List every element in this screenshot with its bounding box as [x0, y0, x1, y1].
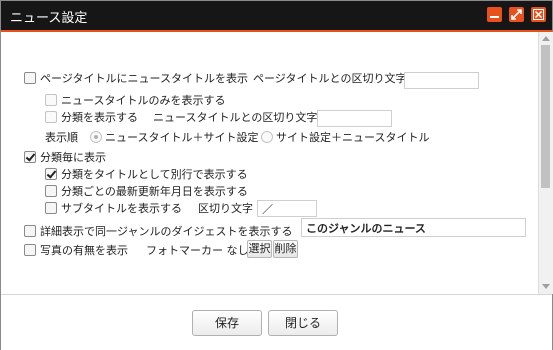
- order-site-first-radio[interactable]: [261, 131, 273, 143]
- photo-select-button[interactable]: 選択: [247, 240, 272, 258]
- page-title-checkbox[interactable]: [24, 72, 36, 84]
- order-site-first-label: サイト設定＋ニュースタイトル: [276, 131, 430, 144]
- dialog-footer: 保存 閉じる: [1, 294, 552, 350]
- latest-update-checkbox[interactable]: [45, 185, 57, 197]
- scroll-up-icon[interactable]: [542, 36, 550, 41]
- news-title-separator-input[interactable]: [317, 110, 392, 127]
- category-as-title-checkbox[interactable]: [45, 168, 57, 180]
- close-window-button[interactable]: [531, 7, 546, 22]
- photo-label: 写真の有無を表示: [40, 244, 128, 257]
- minimize-icon: [490, 16, 499, 18]
- subtitle-checkbox[interactable]: [45, 202, 57, 214]
- digest-checkbox[interactable]: [24, 225, 36, 237]
- news-settings-dialog: ニュース設定 ページタイトルにニュースタイトルを表示 ページタイトルとの区切り文…: [0, 0, 553, 350]
- minimize-button[interactable]: [487, 7, 502, 22]
- close-button[interactable]: 閉じる: [268, 310, 338, 336]
- display-order-label: 表示順: [45, 131, 78, 144]
- news-title-only-label: ニュースタイトルのみを表示する: [61, 94, 226, 107]
- page-title-separator-input[interactable]: [404, 72, 479, 89]
- dialog-title: ニュース設定: [10, 11, 88, 26]
- show-category-label: 分類を表示する: [61, 111, 138, 124]
- per-category-label: 分類毎に表示: [40, 151, 106, 164]
- titlebar: ニュース設定: [1, 1, 552, 32]
- subtitle-label: サブタイトルを表示する: [61, 202, 182, 215]
- subtitle-separator-label: 区切り文字: [198, 202, 253, 215]
- settings-body: ページタイトルにニュースタイトルを表示 ページタイトルとの区切り文字 ニュースタ…: [1, 32, 538, 294]
- photo-marker-status: フォトマーカー なし: [146, 244, 249, 257]
- maximize-button[interactable]: [509, 7, 524, 22]
- subtitle-separator-input[interactable]: [257, 200, 317, 217]
- per-category-checkbox[interactable]: [24, 151, 36, 163]
- order-news-first-radio[interactable]: [90, 131, 102, 143]
- photo-checkbox[interactable]: [24, 244, 36, 256]
- scroll-thumb[interactable]: [541, 45, 550, 188]
- scroll-down-icon[interactable]: [542, 284, 550, 289]
- order-news-first-label: ニュースタイトル＋サイト設定: [105, 131, 259, 144]
- digest-title-input[interactable]: [301, 218, 526, 237]
- save-button[interactable]: 保存: [192, 310, 262, 336]
- photo-delete-button[interactable]: 削除: [273, 240, 298, 258]
- close-icon: [533, 9, 544, 20]
- page-title-label: ページタイトルにニュースタイトルを表示: [40, 72, 249, 85]
- news-title-only-checkbox[interactable]: [45, 94, 57, 106]
- page-title-separator-label: ページタイトルとの区切り文字: [253, 72, 407, 85]
- vertical-scrollbar[interactable]: [538, 32, 553, 294]
- show-category-checkbox[interactable]: [45, 111, 57, 123]
- latest-update-label: 分類ごとの最新更新年月日を表示する: [61, 185, 248, 198]
- expand-arrows-icon: [511, 9, 522, 20]
- news-title-separator-label: ニュースタイトルとの区切り文字: [153, 111, 318, 124]
- category-as-title-label: 分類をタイトルとして別行で表示する: [61, 168, 248, 181]
- digest-label: 詳細表示で同一ジャンルのダイジェストを表示する: [40, 225, 293, 238]
